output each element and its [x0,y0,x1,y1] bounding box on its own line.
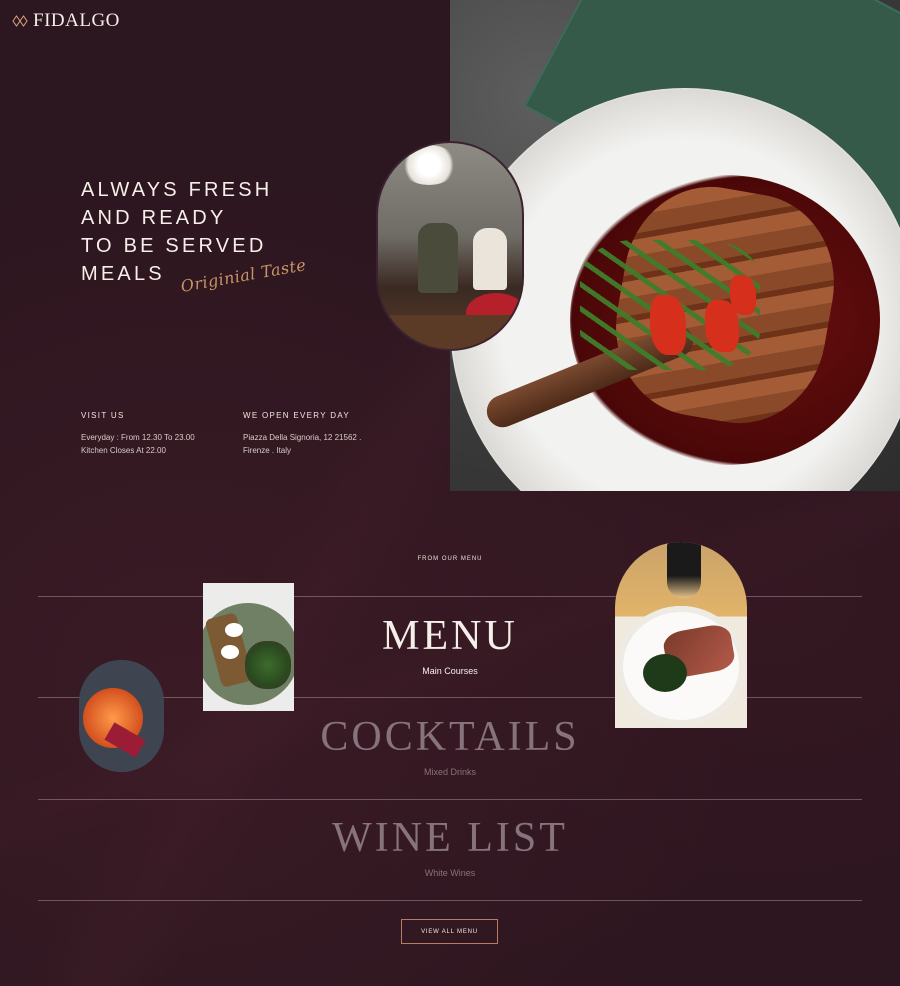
visit-heading: VISIT US [81,411,125,420]
address-line-2: Firenze . Italy [243,446,292,455]
wine-list-category-subtitle: White Wines [424,868,476,878]
visit-us-block: VISIT US Everyday : From 12.30 To 23.00 … [81,411,231,457]
tagline-line: ALWAYS FRESH [81,179,273,201]
open-heading: WE OPEN EVERY DAY [243,411,351,420]
open-every-day-block: WE OPEN EVERY DAY Piazza Della Signoria,… [243,411,403,457]
menu-eyebrow: FROM OUR MENU [417,556,483,562]
tagline-line: AND READY [81,207,227,229]
divider [38,900,862,901]
wine-list-category-title[interactable]: WINE LIST [0,814,900,862]
cocktails-category-title[interactable]: COCKTAILS [0,713,900,761]
kitchen-hours: Kitchen Closes At 22.00 [81,446,166,455]
menu-category-subtitle: Main Courses [422,666,478,676]
brand-logo[interactable]: FIDALGO [12,10,120,32]
brand-name: FIDALGO [33,10,120,31]
restaurant-diners-photo [376,141,524,351]
address-line-1: Piazza Della Signoria, 12 21562 . [243,433,362,442]
menu-category-title[interactable]: MENU [0,612,900,660]
view-all-menu-button[interactable]: VIEW ALL MENU [401,919,498,944]
cocktails-category-subtitle: Mixed Drinks [423,767,476,777]
diamond-logo-icon [12,15,28,27]
divider [38,799,862,800]
tagline-line: TO BE SERVED [81,235,267,257]
visit-hours: Everyday : From 12.30 To 23.00 [81,433,195,442]
